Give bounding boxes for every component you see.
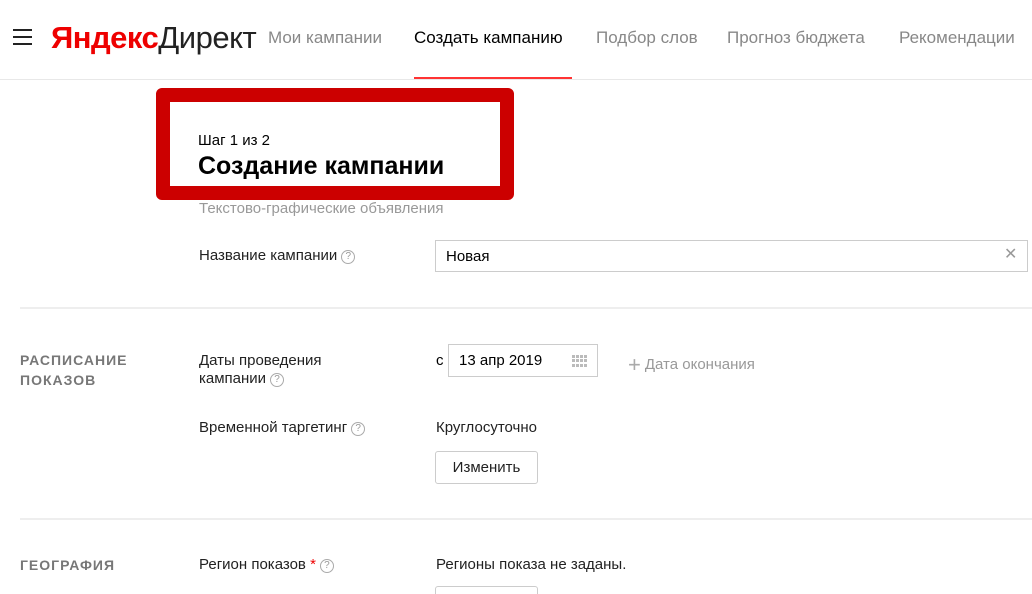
start-date-value: 13 апр 2019 bbox=[459, 352, 543, 369]
help-icon[interactable]: ? bbox=[341, 250, 356, 264]
dates-label: Даты проведения кампании? bbox=[199, 352, 322, 388]
time-targeting-label: Временной таргетинг? bbox=[199, 419, 366, 437]
add-end-date-button[interactable]: + Дата окончания bbox=[628, 352, 755, 378]
nav-my-campaigns[interactable]: Мои кампании bbox=[268, 28, 382, 48]
required-mark: * bbox=[310, 556, 316, 573]
title-highlight-box: Шаг 1 из 2 Создание кампании bbox=[156, 88, 514, 200]
section-title-schedule-line1: РАСПИСАНИЕ bbox=[20, 352, 128, 368]
section-title-schedule: РАСПИСАНИЕ ПОКАЗОВ bbox=[20, 350, 128, 390]
section-title-schedule-line2: ПОКАЗОВ bbox=[20, 372, 97, 388]
divider bbox=[20, 518, 1032, 520]
header: ЯндексДирект Мои кампании Создать кампан… bbox=[0, 0, 1032, 80]
campaign-name-label-text: Название кампании bbox=[199, 247, 338, 264]
region-label-text: Регион показов bbox=[199, 556, 306, 573]
calendar-icon[interactable] bbox=[572, 355, 588, 367]
nav-recommendations[interactable]: Рекомендации bbox=[899, 28, 1015, 48]
divider bbox=[20, 307, 1032, 309]
nav-word-selection[interactable]: Подбор слов bbox=[596, 28, 698, 48]
time-targeting-label-text: Временной таргетинг bbox=[199, 419, 348, 436]
region-label: Регион показов *? bbox=[199, 556, 334, 574]
nav-budget-forecast[interactable]: Прогноз бюджета bbox=[727, 28, 865, 48]
campaign-name-field[interactable]: ✕ bbox=[435, 240, 1028, 272]
campaign-name-label: Название кампании? bbox=[199, 247, 356, 265]
nav-active-indicator bbox=[414, 77, 572, 79]
help-icon[interactable]: ? bbox=[270, 373, 285, 387]
menu-icon[interactable] bbox=[13, 29, 33, 47]
change-time-targeting-button[interactable]: Изменить bbox=[435, 451, 538, 484]
region-value: Регионы показа не заданы. bbox=[436, 556, 627, 573]
section-title-geography: ГЕОГРАФИЯ bbox=[20, 557, 116, 573]
logo-yandex: Яндекс bbox=[51, 20, 159, 55]
select-region-button[interactable] bbox=[435, 586, 538, 594]
date-from-label: с bbox=[436, 352, 444, 369]
dates-label-line1: Даты проведения bbox=[199, 352, 322, 369]
campaign-type: Текстово-графические объявления bbox=[199, 200, 444, 217]
plus-icon: + bbox=[628, 352, 641, 377]
step-indicator: Шаг 1 из 2 bbox=[198, 132, 271, 149]
time-targeting-value: Круглосуточно bbox=[436, 419, 537, 436]
campaign-name-input[interactable] bbox=[436, 241, 976, 271]
page-title: Создание кампании bbox=[198, 152, 445, 180]
help-icon[interactable]: ? bbox=[351, 422, 366, 436]
add-end-date-label: Дата окончания bbox=[644, 356, 755, 373]
start-date-picker[interactable]: 13 апр 2019 bbox=[448, 344, 598, 377]
logo[interactable]: ЯндексДирект bbox=[51, 20, 257, 56]
logo-direct: Директ bbox=[158, 20, 257, 55]
dates-label-line2: кампании bbox=[199, 370, 267, 387]
help-icon[interactable]: ? bbox=[319, 559, 334, 573]
nav-create-campaign[interactable]: Создать кампанию bbox=[414, 28, 563, 48]
clear-icon[interactable]: ✕ bbox=[1004, 247, 1018, 263]
